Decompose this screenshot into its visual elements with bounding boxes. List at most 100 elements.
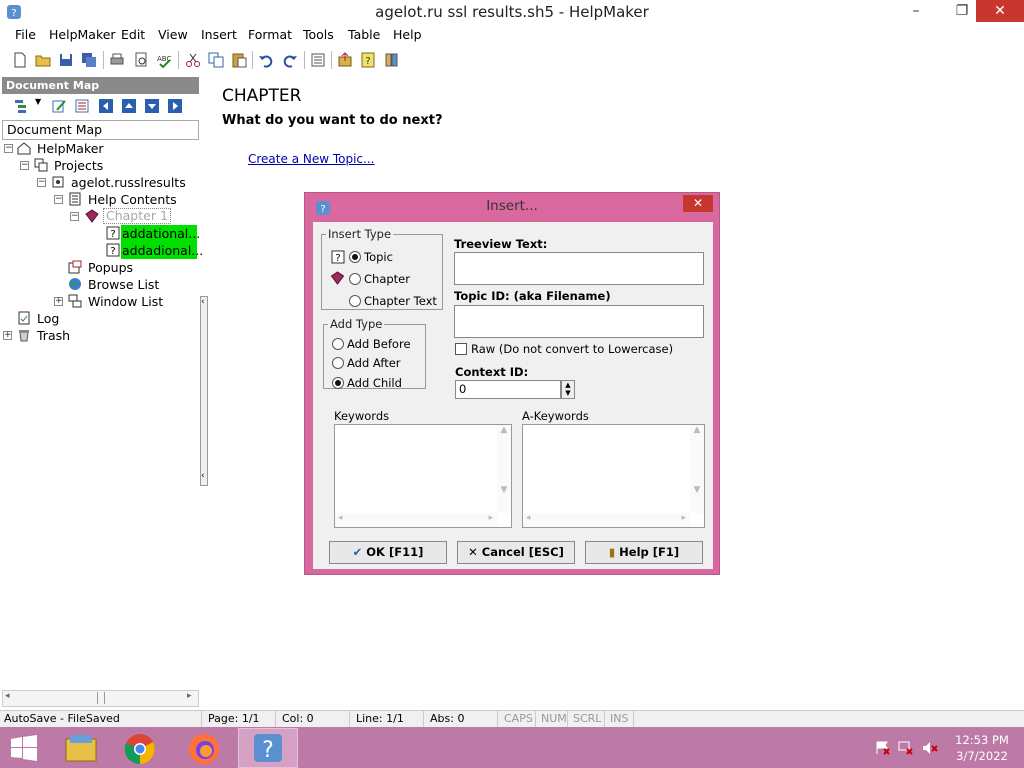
menu-format[interactable]: Format xyxy=(248,27,292,42)
open-icon[interactable] xyxy=(35,52,51,68)
horizontal-scrollbar[interactable]: ◂ ▸ xyxy=(523,513,690,527)
chrome-button[interactable] xyxy=(111,728,171,768)
vertical-scrollbar[interactable]: ▲ ▼ xyxy=(497,425,511,513)
tree-item-topic-2[interactable]: ? addadional... xyxy=(104,242,203,259)
edit-node-icon[interactable] xyxy=(51,98,67,114)
scroll-left-icon[interactable]: ◂ xyxy=(5,691,10,701)
radio-add-child[interactable]: Add Child xyxy=(332,376,402,392)
insert-node-icon[interactable] xyxy=(13,98,29,114)
spellcheck-icon[interactable]: ABC xyxy=(156,52,172,68)
collapse-icon[interactable]: − xyxy=(70,212,79,221)
menu-help[interactable]: Help xyxy=(393,27,422,42)
tree-item-helpmaker[interactable]: − HelpMaker xyxy=(0,140,200,157)
menu-table[interactable]: Table xyxy=(348,27,380,42)
collapse-icon[interactable]: − xyxy=(54,195,63,204)
chevron-left-icon[interactable]: ‹ xyxy=(201,297,205,307)
tree-item-window-list[interactable]: + Window List xyxy=(0,293,200,310)
radio-add-before[interactable]: Add Before xyxy=(332,337,411,353)
horizontal-scrollbar[interactable]: ◂ ▸ xyxy=(335,513,497,527)
move-right-icon[interactable] xyxy=(167,98,183,114)
radio-chapter[interactable]: Chapter xyxy=(349,272,410,288)
checkbox-box[interactable] xyxy=(455,342,467,355)
chevron-down-icon[interactable]: ▼ xyxy=(35,97,41,106)
tree-item-topic-1[interactable]: ? addational... xyxy=(104,225,200,242)
file-explorer-button[interactable] xyxy=(51,728,111,768)
tree-item-projects[interactable]: − Projects xyxy=(0,157,200,174)
pane-splitter[interactable]: ‹ ‹ xyxy=(200,296,208,486)
cut-icon[interactable] xyxy=(185,52,201,68)
radio-dot[interactable] xyxy=(349,294,361,307)
context-id-input[interactable]: 0 xyxy=(455,380,561,399)
tree-item-chapter[interactable]: − Chapter 1 xyxy=(0,208,200,225)
collapse-icon[interactable]: − xyxy=(20,161,29,170)
restore-button[interactable]: ❐ xyxy=(946,0,978,22)
tree-item-log[interactable]: Log xyxy=(0,310,200,327)
help-icon[interactable]: ? xyxy=(360,52,376,68)
start-icon[interactable] xyxy=(10,735,38,761)
dialog-close-button[interactable]: ✕ xyxy=(683,195,713,212)
undo-icon[interactable] xyxy=(258,52,274,68)
action-center-icon[interactable] xyxy=(875,741,891,755)
vertical-scrollbar[interactable]: ▲ ▼ xyxy=(690,425,704,513)
menu-tools[interactable]: Tools xyxy=(303,27,334,42)
expand-icon[interactable]: + xyxy=(3,331,12,340)
expand-icon[interactable]: + xyxy=(54,297,63,306)
chevron-left-icon[interactable]: ‹ xyxy=(201,471,205,481)
menu-edit[interactable]: Edit xyxy=(121,27,145,42)
radio-dot[interactable] xyxy=(332,376,344,389)
volume-muted-icon[interactable] xyxy=(922,741,938,755)
print-icon[interactable] xyxy=(109,52,125,68)
menu-insert[interactable]: Insert xyxy=(201,27,237,42)
copy-icon[interactable] xyxy=(208,52,224,68)
scroll-right-icon[interactable]: ▸ xyxy=(187,691,192,701)
akeywords-list[interactable]: ▲ ▼ ◂ ▸ xyxy=(522,424,705,528)
properties-icon[interactable] xyxy=(310,52,326,68)
tree-item-project[interactable]: − agelot.russlresults xyxy=(0,174,200,191)
horizontal-scrollbar[interactable]: ◂ ▸ xyxy=(2,690,199,707)
minimize-button[interactable]: – xyxy=(900,0,932,22)
radio-chapter-text[interactable]: Chapter Text xyxy=(349,294,437,310)
radio-dot[interactable] xyxy=(349,250,361,263)
cancel-button[interactable]: ✕ Cancel [ESC] xyxy=(457,541,575,564)
collapse-icon[interactable]: − xyxy=(37,178,46,187)
book-icon[interactable] xyxy=(384,52,400,68)
move-up-icon[interactable] xyxy=(121,98,137,114)
export-icon[interactable] xyxy=(337,52,353,68)
move-down-icon[interactable] xyxy=(144,98,160,114)
topic-id-input[interactable] xyxy=(454,305,704,338)
save-icon[interactable] xyxy=(58,52,74,68)
move-left-icon[interactable] xyxy=(98,98,114,114)
raw-checkbox[interactable]: Raw (Do not convert to Lowercase) xyxy=(455,342,673,356)
radio-dot[interactable] xyxy=(349,272,361,285)
close-button[interactable]: ✕ xyxy=(976,0,1024,22)
radio-dot[interactable] xyxy=(332,337,344,350)
help-button[interactable]: ▮ Help [F1] xyxy=(585,541,703,564)
tree-item-help-contents[interactable]: − Help Contents xyxy=(0,191,200,208)
menu-file[interactable]: File xyxy=(15,27,36,42)
redo-icon[interactable] xyxy=(282,52,298,68)
radio-dot[interactable] xyxy=(332,356,344,369)
delete-node-icon[interactable] xyxy=(74,98,90,114)
treeview-text-input[interactable] xyxy=(454,252,704,285)
paste-icon[interactable] xyxy=(231,52,247,68)
menu-helpmaker[interactable]: HelpMaker xyxy=(49,27,116,42)
new-icon[interactable] xyxy=(12,52,28,68)
ok-button[interactable]: ✔ OK [F11] xyxy=(329,541,447,564)
network-icon[interactable] xyxy=(898,741,914,755)
context-id-spinner[interactable]: ▲ ▼ xyxy=(561,380,575,399)
scroll-thumb[interactable] xyxy=(97,692,105,704)
radio-topic[interactable]: Topic xyxy=(349,250,393,266)
print-preview-icon[interactable] xyxy=(133,52,149,68)
menu-view[interactable]: View xyxy=(158,27,188,42)
radio-add-after[interactable]: Add After xyxy=(332,356,401,372)
save-all-icon[interactable] xyxy=(81,52,97,68)
firefox-button[interactable] xyxy=(174,728,234,768)
helpmaker-taskbar-button[interactable]: ? xyxy=(238,728,298,768)
tree-item-popups[interactable]: Popups xyxy=(0,259,200,276)
create-topic-link[interactable]: Create a New Topic... xyxy=(248,152,374,166)
collapse-icon[interactable]: − xyxy=(4,144,13,153)
tree-item-trash[interactable]: + Trash xyxy=(0,327,200,344)
taskbar-clock[interactable]: 12:53 PM 3/7/2022 xyxy=(950,732,1014,764)
tree-item-browse-list[interactable]: Browse List xyxy=(0,276,200,293)
keywords-list[interactable]: ▲ ▼ ◂ ▸ xyxy=(334,424,512,528)
